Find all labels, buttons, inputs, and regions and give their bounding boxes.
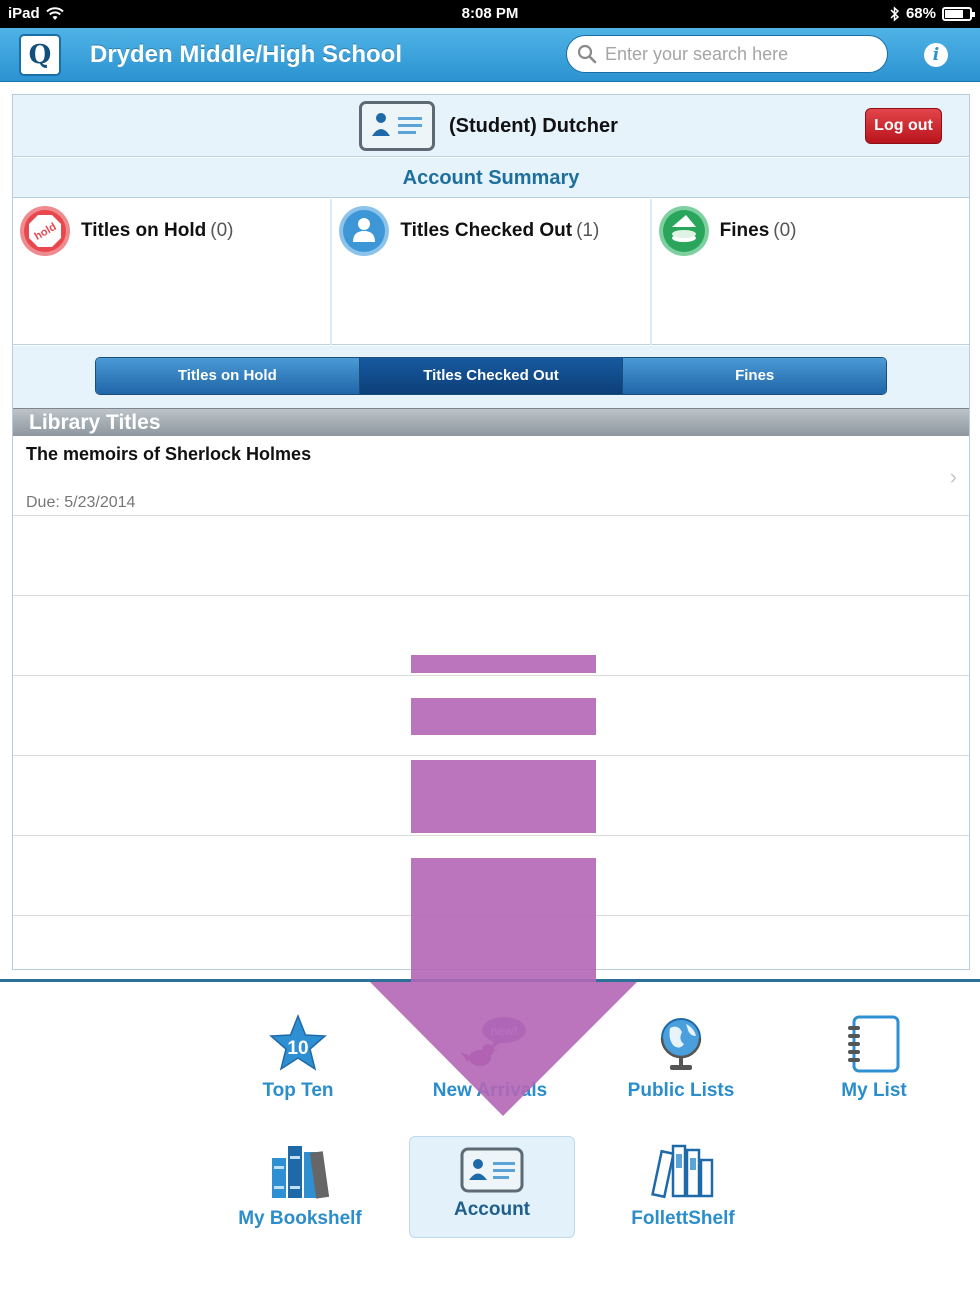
summary-fines[interactable]: Fines (0) [651, 199, 969, 345]
empty-row [13, 756, 969, 836]
hold-icon: hold [20, 206, 70, 256]
id-card-icon [359, 101, 435, 151]
nav-label: My Bookshelf [238, 1208, 362, 1229]
summary-count-fines: (0) [773, 220, 797, 241]
account-summary-title: Account Summary [13, 158, 969, 198]
ebooks-icon [651, 1144, 714, 1199]
logo-letter: Q [28, 40, 52, 70]
summary-label-checked-out: Titles Checked Out [400, 220, 573, 241]
nav-new-arrivals[interactable]: new! New Arrivals [425, 1014, 555, 1102]
nav-account[interactable]: Account [409, 1136, 575, 1238]
tab-fines[interactable]: Fines [623, 358, 886, 394]
nav-label: FollettShelf [631, 1208, 735, 1229]
status-bar: iPad 8:08 PM 68% [0, 0, 980, 28]
globe-icon [660, 1018, 702, 1070]
summary-count-checked-out: (1) [576, 220, 600, 241]
summary-titles-checked-out[interactable]: Titles Checked Out (1) [332, 199, 650, 345]
summary-count-hold: (0) [210, 220, 234, 241]
app-logo[interactable]: Q [19, 34, 61, 76]
tab-titles-on-hold[interactable]: Titles on Hold [96, 358, 360, 394]
logout-button[interactable]: Log out [865, 108, 942, 144]
list-item[interactable]: The memoirs of Sherlock Holmes Due: 5/23… [13, 436, 969, 516]
top-ten-badge: 10 [287, 1038, 308, 1059]
search-box[interactable] [566, 35, 888, 73]
book-title: The memoirs of Sherlock Holmes [26, 444, 312, 464]
user-name: (Student) Dutcher [449, 115, 618, 137]
nav-my-list[interactable]: My List [826, 1014, 922, 1102]
tab-titles-checked-out[interactable]: Titles Checked Out [359, 358, 624, 394]
search-input[interactable] [605, 43, 875, 65]
segmented-control: Titles on Hold Titles Checked Out Fines [95, 357, 887, 395]
bluetooth-icon [890, 5, 900, 22]
empty-row [13, 516, 969, 596]
new-badge: new! [490, 1024, 517, 1038]
nav-top-ten[interactable]: 10 Top Ten [238, 1014, 358, 1102]
notebook-icon [848, 1015, 900, 1073]
nav-label: Public Lists [627, 1080, 735, 1101]
fines-icon [658, 206, 709, 256]
summary-label-hold: Titles on Hold [81, 220, 207, 241]
clock: 8:08 PM [461, 5, 519, 22]
summary-titles-on-hold[interactable]: hold Titles on Hold (0) [13, 199, 331, 345]
nav-label: My List [841, 1080, 907, 1101]
tab-strip: Titles on Hold Titles Checked Out Fines [13, 346, 969, 408]
battery-icon [942, 6, 975, 21]
nav-label: Account [454, 1199, 530, 1220]
battery-percent: 68% [905, 5, 936, 22]
nav-label: New Arrivals [432, 1080, 548, 1101]
nav-follettshelf[interactable]: FollettShelf [622, 1142, 744, 1230]
nav-divider [0, 979, 980, 982]
school-title: Dryden Middle/High School [90, 41, 403, 68]
app-header: Q Dryden Middle/High School i [0, 28, 980, 82]
summary-cells: hold Titles on Hold (0) Titles Checked Ou… [13, 199, 969, 345]
account-panel: (Student) Dutcher Log out Account Summar… [12, 94, 970, 970]
chevron-right-icon: › [949, 464, 957, 489]
nav-public-lists[interactable]: Public Lists [618, 1014, 744, 1102]
search-icon [577, 44, 597, 64]
info-icon[interactable]: i [924, 43, 948, 67]
star-icon: 10 [269, 1014, 327, 1071]
empty-row [13, 836, 969, 916]
bird-icon: new! [460, 1017, 526, 1066]
books-icon [272, 1146, 330, 1199]
empty-row [13, 596, 969, 676]
person-icon [339, 206, 390, 256]
user-bar: (Student) Dutcher Log out [13, 95, 969, 157]
id-card-icon [460, 1147, 524, 1193]
nav-my-bookshelf[interactable]: My Bookshelf [230, 1142, 370, 1230]
summary-label-fines: Fines [719, 220, 770, 241]
book-due-date: Due: 5/23/2014 [26, 494, 136, 511]
nav-label: Top Ten [262, 1080, 334, 1101]
library-titles-header: Library Titles [13, 408, 969, 436]
empty-row [13, 676, 969, 756]
